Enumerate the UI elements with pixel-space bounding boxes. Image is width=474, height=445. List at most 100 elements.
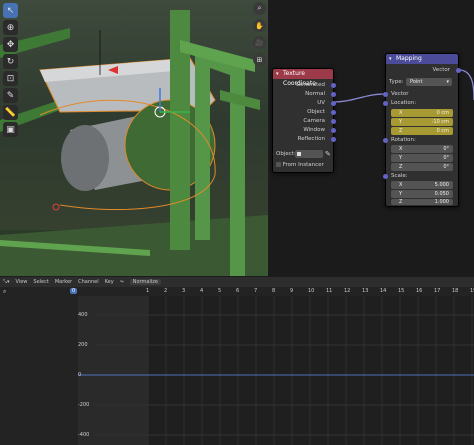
rotation-x-value: 0° [443,146,449,152]
axis-z: Z [399,128,403,134]
editor-type-icon[interactable]: ⤡▾ [3,279,10,285]
object-field[interactable] [295,150,323,158]
location-y-value: -10 cm [431,119,449,125]
value-label: 0 [78,372,82,378]
rotate-tool-icon[interactable]: ↻ [3,54,18,69]
socket-normal[interactable] [331,92,336,97]
location-x-field[interactable]: X 0 cm [391,109,453,117]
from-instancer-checkbox[interactable] [276,162,281,167]
ortho-grid-icon[interactable]: ⊞ [253,53,266,66]
zoom-icon[interactable]: ⌕ [253,2,266,15]
frame-label: 1 [146,288,150,294]
shader-node-editor[interactable]: ▾ Texture Coordinate Generated Normal UV… [269,0,474,276]
normalize-icon[interactable]: ⤳ [120,279,124,285]
scale-z-value: 1.000 [434,199,449,205]
socket-object[interactable] [331,110,336,115]
scale-y-field[interactable]: Y 0.050 [391,190,453,198]
rotation-z-value: 0° [443,164,449,170]
frame-label: 3 [182,288,186,294]
axis-y: Y [399,155,403,161]
location-z-field[interactable]: Z 0 cm [391,127,453,135]
axis-z: Z [399,199,403,205]
output-uv: UV [317,100,325,106]
type-value: Point [410,79,423,85]
rotation-y-field[interactable]: Y 0° [391,154,453,162]
add-cube-tool-icon[interactable]: ▣ [3,122,18,137]
socket-location[interactable] [383,101,388,106]
collapse-chevron-icon[interactable]: ▾ [276,69,279,79]
mapping-node-header[interactable]: ▾ Mapping [386,54,458,64]
output-generated: Generated [295,82,325,88]
socket-generated[interactable] [331,83,336,88]
texture-coordinate-node-header[interactable]: ▾ Texture Coordinate [273,69,333,87]
socket-vector-in[interactable] [383,92,388,97]
current-frame-indicator[interactable]: 0 [70,288,78,294]
rotation-label: Rotation: [391,137,416,143]
move-tool-icon[interactable]: ✥ [3,37,18,52]
scale-x-value: 5.000 [434,182,449,188]
frame-label: 19 [470,288,474,294]
frame-ruler[interactable]: ⌕ 0 12345678910111213141516171819 [0,287,474,296]
frame-label: 2 [164,288,168,294]
texture-coordinate-node[interactable]: ▾ Texture Coordinate Generated Normal UV… [272,68,336,173]
socket-camera[interactable] [331,119,336,124]
collapse-chevron-icon[interactable]: ▾ [389,54,392,64]
axis-y: Y [399,191,403,197]
rotation-x-field[interactable]: X 0° [391,145,453,153]
pan-icon[interactable]: ✋ [253,19,266,32]
value-label: -200 [78,402,90,408]
location-y-field[interactable]: Y -10 cm [391,118,453,126]
frame-label: 9 [290,288,294,294]
type-label: Type: [389,79,404,85]
frame-label: 5 [218,288,222,294]
3d-viewport[interactable]: ↖ ⊕ ✥ ↻ ⊡ ✎ 📏 ▣ ⌕ ✋ 🎥 ⊞ [0,0,268,276]
socket-uv[interactable] [331,101,336,106]
frame-label: 11 [326,288,333,294]
menu-select[interactable]: Select [33,279,48,285]
select-tool-icon[interactable]: ↖ [3,3,18,18]
frame-label: 4 [200,288,204,294]
toolbar: ↖ ⊕ ✥ ↻ ⊡ ✎ 📏 ▣ [3,3,18,137]
output-window: Window [303,127,325,133]
socket-scale[interactable] [383,174,388,179]
scale-x-field[interactable]: X 5.000 [391,181,453,189]
annotate-tool-icon[interactable]: ✎ [3,88,18,103]
navigation-gizmo: ⌕ ✋ 🎥 ⊞ [253,2,266,66]
socket-rotation[interactable] [383,138,388,143]
location-label: Location: [391,100,417,106]
frame-label: 10 [308,288,315,294]
scale-y-value: 0.050 [434,191,449,197]
frame-label: 17 [434,288,441,294]
scale-label: Scale: [391,173,408,179]
eyedropper-icon[interactable]: ✎ [325,150,331,158]
camera-icon[interactable]: 🎥 [253,36,266,49]
output-reflection: Reflection [297,136,325,142]
menu-key[interactable]: Key [105,279,114,285]
graph-area[interactable]: 400 200 0 -200 -400 [0,296,474,445]
output-vector: Vector [432,67,450,73]
from-instancer-option[interactable]: From Instancer [276,162,324,168]
cursor-tool-icon[interactable]: ⊕ [3,20,18,35]
frame-label: 16 [416,288,423,294]
socket-vector-out[interactable] [456,68,461,73]
measure-tool-icon[interactable]: 📏 [3,105,18,120]
mapping-node[interactable]: ▾ Mapping Vector Type: Point ▾ Vector Lo… [383,53,461,207]
axis-x: X [399,110,403,116]
normalize-toggle[interactable]: Normalize [129,279,161,285]
location-z-value: 0 cm [436,128,449,134]
rotation-z-field[interactable]: Z 0° [391,163,453,171]
search-icon[interactable]: ⌕ [3,288,6,296]
scale-z-field[interactable]: Z 1.000 [391,199,453,205]
scale-tool-icon[interactable]: ⊡ [3,71,18,86]
socket-window[interactable] [331,128,336,133]
output-object: Object [307,109,325,115]
axis-z: Z [399,164,403,170]
menu-channel[interactable]: Channel [78,279,99,285]
graph-editor-header: ⤡▾ View Select Marker Channel Key ⤳ Norm… [0,277,474,287]
frame-label: 15 [398,288,405,294]
graph-editor[interactable]: ⤡▾ View Select Marker Channel Key ⤳ Norm… [0,277,474,445]
socket-reflection[interactable] [331,137,336,142]
menu-view[interactable]: View [16,279,28,285]
type-dropdown[interactable]: Point ▾ [406,78,452,86]
menu-marker[interactable]: Marker [55,279,72,285]
